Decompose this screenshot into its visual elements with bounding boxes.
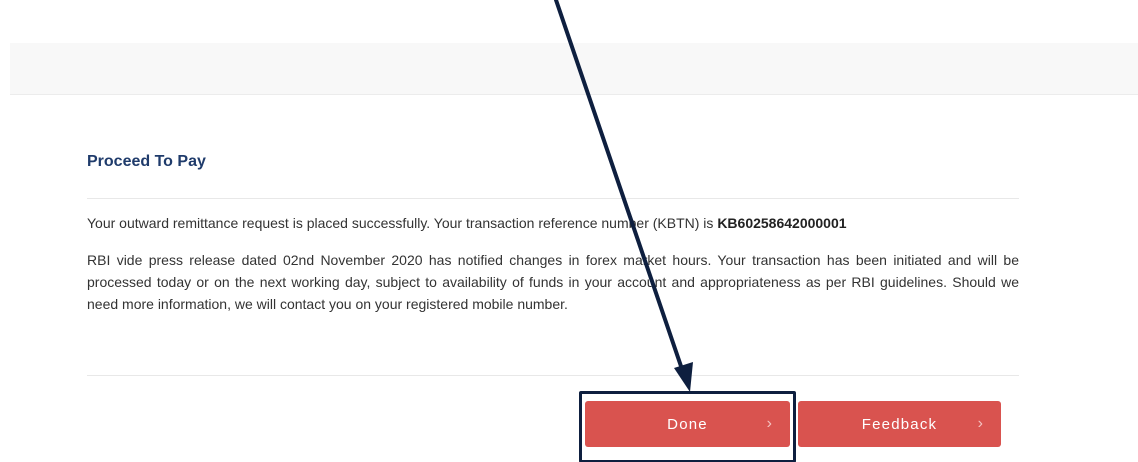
done-button[interactable]: Done › <box>585 401 790 447</box>
feedback-button[interactable]: Feedback › <box>798 401 1001 447</box>
feedback-button-label: Feedback <box>861 415 938 433</box>
header-band <box>10 43 1138 95</box>
success-text: Your outward remittance request is place… <box>87 215 718 231</box>
chevron-right-icon: › <box>766 415 772 432</box>
success-message: Your outward remittance request is place… <box>87 213 1019 233</box>
done-button-label: Done <box>667 415 708 433</box>
page: Proceed To Pay Your outward remittance r… <box>0 0 1138 462</box>
divider-bottom <box>87 375 1019 376</box>
chevron-right-icon: › <box>977 415 983 432</box>
rbi-notice-message: RBI vide press release dated 02nd Novemb… <box>87 252 1019 312</box>
divider <box>87 198 1019 199</box>
transaction-reference-number: KB60258642000001 <box>717 215 847 231</box>
section-title: Proceed To Pay <box>87 153 206 170</box>
proceed-to-pay-section: Proceed To Pay Your outward remittance r… <box>87 152 1019 315</box>
